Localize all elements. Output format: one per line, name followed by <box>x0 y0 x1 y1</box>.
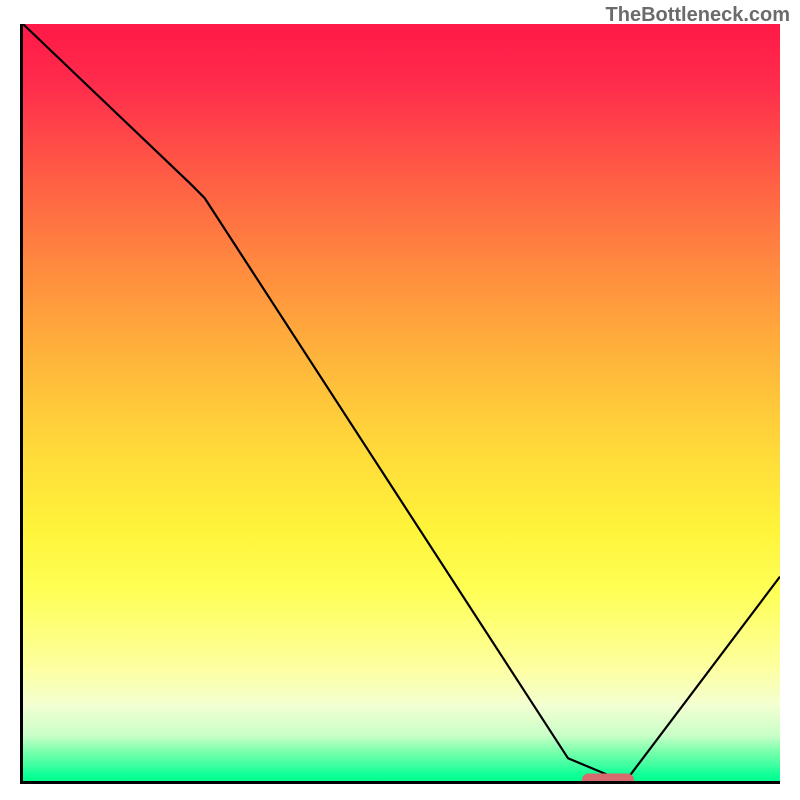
attribution-label: TheBottleneck.com <box>606 4 790 27</box>
optimal-marker <box>582 774 634 784</box>
chart-container: TheBottleneck.com <box>0 0 800 800</box>
plot-area <box>20 24 780 784</box>
bottleneck-curve <box>23 24 780 781</box>
